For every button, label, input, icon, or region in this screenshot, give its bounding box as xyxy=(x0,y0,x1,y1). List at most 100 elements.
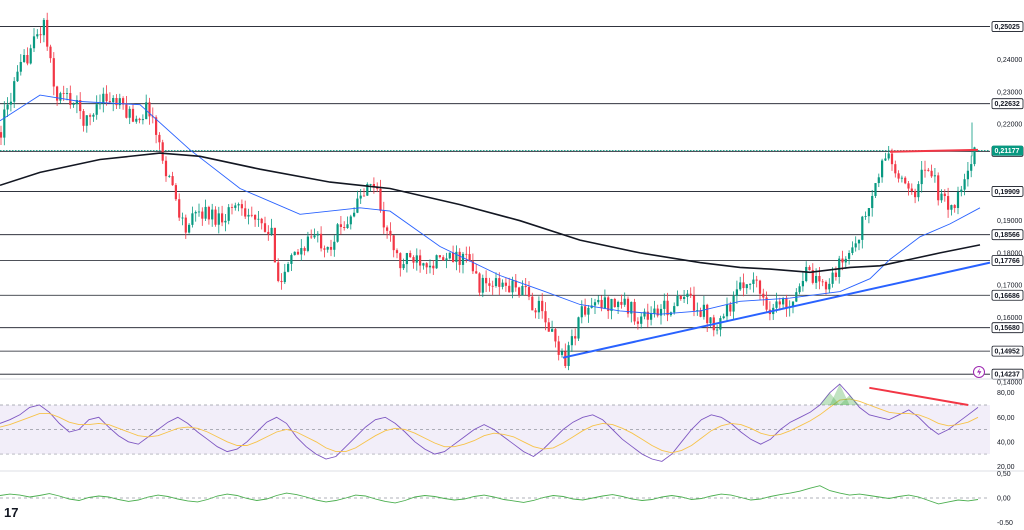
candle-body xyxy=(851,247,854,254)
candle-body xyxy=(455,251,458,262)
candle-body xyxy=(537,300,540,313)
level-label: 0,22632 xyxy=(995,101,1020,108)
candle-body xyxy=(234,205,237,208)
candle-body xyxy=(82,111,85,126)
lightning-alert-icon[interactable] xyxy=(973,366,985,378)
candle-body xyxy=(947,196,950,210)
candle-body xyxy=(673,306,676,313)
candle-body xyxy=(518,287,521,296)
candle-body xyxy=(188,224,191,233)
candle-body xyxy=(808,266,811,271)
candle-body xyxy=(184,217,187,233)
candle-body xyxy=(527,287,531,297)
candle-body xyxy=(580,306,583,318)
candle-body xyxy=(389,230,392,236)
candle-body xyxy=(729,304,732,312)
candle-body xyxy=(692,295,696,311)
candle-body xyxy=(963,179,966,190)
candle-body xyxy=(485,277,488,284)
candle-body xyxy=(217,213,220,225)
candle-body xyxy=(49,46,52,59)
candle-body xyxy=(267,231,270,235)
candle-body xyxy=(560,351,564,355)
candle-body xyxy=(164,160,168,177)
candle-body xyxy=(227,207,230,221)
tradingview-logo: 17 xyxy=(4,505,19,520)
candle-body xyxy=(461,253,465,265)
candle-body xyxy=(524,285,527,288)
candle-body xyxy=(620,301,623,305)
candle-body xyxy=(237,204,240,206)
candle-body xyxy=(874,183,877,196)
candle-body xyxy=(98,103,102,105)
candle-body xyxy=(32,36,36,49)
candle-body xyxy=(890,153,894,165)
candle-body xyxy=(108,101,111,103)
candle-body xyxy=(640,316,643,324)
candle-body xyxy=(56,86,59,101)
y-tick-label: 0,17000 xyxy=(997,283,1022,290)
candle-body xyxy=(211,209,214,220)
candle-body xyxy=(346,224,349,228)
candle-body xyxy=(313,235,316,238)
candle-body xyxy=(848,253,851,259)
candle-body xyxy=(112,98,115,103)
candle-body xyxy=(551,329,554,332)
candle-body xyxy=(600,299,603,309)
candle-body xyxy=(613,298,616,308)
candle-body xyxy=(818,275,821,282)
candle-body xyxy=(831,272,834,284)
candle-body xyxy=(230,207,234,208)
candle-body xyxy=(270,227,273,235)
candle-body xyxy=(336,224,339,242)
candle-body xyxy=(257,218,260,220)
candle-body xyxy=(310,236,313,238)
candle-body xyxy=(422,263,425,266)
candle-body xyxy=(0,132,3,138)
candle-body xyxy=(6,104,9,110)
y-tick-label: 0,23000 xyxy=(997,89,1022,96)
candle-body xyxy=(69,93,72,105)
rsi-tick-label: 40,00 xyxy=(997,439,1015,446)
candle-body xyxy=(181,217,184,219)
candle-body xyxy=(240,204,243,209)
candle-body xyxy=(587,307,590,315)
candle-body xyxy=(273,227,276,263)
candle-body xyxy=(933,175,936,177)
candle-body xyxy=(214,209,217,225)
candle-body xyxy=(838,258,841,277)
candle-body xyxy=(805,266,808,282)
candle-body xyxy=(884,158,887,161)
candle-body xyxy=(584,306,587,315)
candle-body xyxy=(762,293,765,298)
candle-body xyxy=(643,311,646,317)
candle-body xyxy=(39,34,42,36)
level-label: 0,18566 xyxy=(995,232,1020,239)
candle-body xyxy=(409,253,412,258)
candle-body xyxy=(191,213,194,225)
candle-body xyxy=(666,300,669,316)
candle-body xyxy=(303,248,306,251)
candle-body xyxy=(914,191,917,198)
candle-body xyxy=(923,169,927,171)
candle-body xyxy=(778,301,781,305)
candle-body xyxy=(89,115,92,117)
candle-body xyxy=(478,273,481,293)
candle-body xyxy=(950,205,953,210)
candle-body xyxy=(283,271,286,283)
candle-body xyxy=(570,336,573,346)
chart-area[interactable]: 0,240000,230000,220000,200000,190000,180… xyxy=(0,0,1024,527)
candle-body xyxy=(521,285,524,296)
candle-body xyxy=(732,295,735,312)
candle-body xyxy=(23,55,26,62)
candle-body xyxy=(511,280,514,293)
candle-body xyxy=(917,184,920,198)
candle-body xyxy=(343,226,346,228)
candle-body xyxy=(910,188,913,192)
candle-body xyxy=(689,293,692,296)
candle-body xyxy=(452,252,455,262)
candle-body xyxy=(224,220,227,223)
candle-body xyxy=(752,279,755,284)
candle-body xyxy=(504,282,507,286)
candle-body xyxy=(46,19,49,47)
